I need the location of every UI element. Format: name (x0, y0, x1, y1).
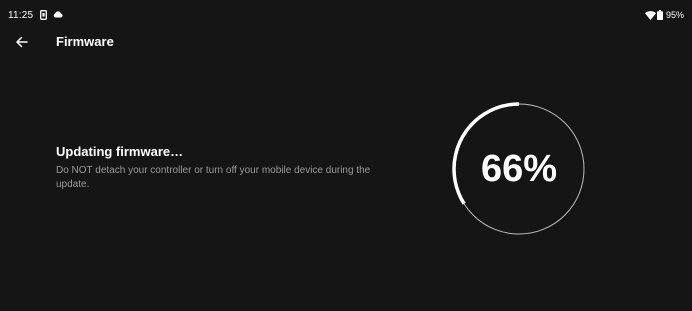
message-title: Updating firmware… (56, 144, 184, 159)
battery-percentage: 95% (665, 10, 684, 20)
status-bar: 11:25 95% (0, 0, 692, 30)
progress-percentage: 66% (480, 148, 558, 190)
message-body: Do NOT detach your controller or turn of… (56, 165, 371, 190)
status-time: 11:25 (8, 10, 34, 21)
page-title: Firmware (56, 34, 114, 49)
arrow-left-icon (16, 36, 28, 48)
battery-icon (657, 10, 663, 20)
progress-ring: 66% (451, 101, 587, 237)
device-icon (40, 10, 47, 20)
back-button[interactable] (12, 32, 32, 52)
cloud-icon (53, 11, 63, 18)
update-message: Updating firmware… Do NOT detach your co… (56, 144, 376, 192)
app-bar: Firmware (0, 30, 692, 54)
wifi-icon (645, 11, 656, 20)
